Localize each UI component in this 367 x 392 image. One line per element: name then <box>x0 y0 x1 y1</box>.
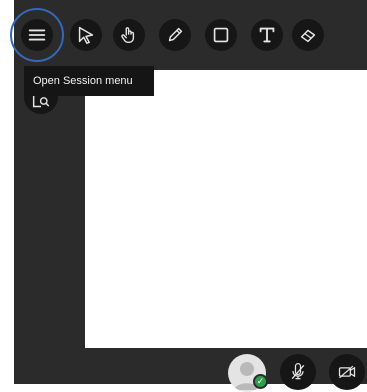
status-check-icon: ✓ <box>253 374 268 389</box>
eraser-tool-button[interactable] <box>292 19 324 51</box>
text-icon <box>259 27 275 43</box>
app-window: Open Session menu ✓ <box>0 0 367 392</box>
whiteboard-canvas[interactable] <box>85 70 367 348</box>
rectangle-tool-button[interactable] <box>205 19 237 51</box>
pencil-icon <box>168 27 183 42</box>
select-tool-button[interactable] <box>70 19 102 51</box>
microphone-button[interactable] <box>280 354 316 390</box>
highlight-ring <box>10 8 64 62</box>
tooltip: Open Session menu <box>24 66 154 96</box>
pencil-tool-button[interactable] <box>159 19 191 51</box>
pan-hand-icon <box>121 27 135 44</box>
rectangle-icon <box>213 27 229 43</box>
camera-off-icon <box>338 365 356 379</box>
pan-tool-button[interactable] <box>113 19 145 51</box>
camera-button[interactable] <box>329 354 365 390</box>
select-arrow-icon <box>78 26 94 44</box>
eraser-icon <box>300 29 316 43</box>
microphone-muted-icon <box>291 363 305 380</box>
text-tool-button[interactable] <box>251 19 283 51</box>
